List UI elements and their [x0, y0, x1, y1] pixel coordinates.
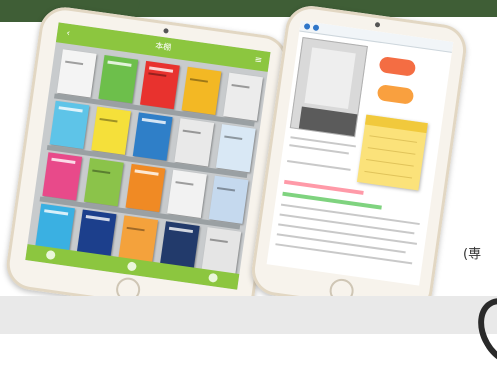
book-cover[interactable]: [76, 209, 117, 258]
book-cover[interactable]: [181, 66, 222, 116]
text-line: [279, 213, 415, 235]
book-cover[interactable]: [174, 118, 215, 167]
text-line: [287, 160, 351, 171]
book-cover[interactable]: [91, 106, 131, 155]
side-note-text: (専: [463, 247, 482, 262]
book-cover[interactable]: [49, 100, 90, 149]
tool-icon[interactable]: [312, 24, 320, 32]
illustration-sticker: [376, 84, 415, 105]
book-cover[interactable]: [208, 175, 249, 224]
camera-icon: [163, 28, 169, 34]
footer-shelf-icon[interactable]: [126, 261, 137, 272]
tool-icon[interactable]: [303, 23, 311, 30]
back-icon[interactable]: ‹: [63, 28, 74, 39]
reader-screen: [266, 20, 454, 286]
camera-icon: [374, 21, 381, 28]
book-cover[interactable]: [83, 158, 124, 207]
text-line: [275, 243, 413, 265]
book-cover[interactable]: [223, 72, 263, 121]
text-line: [280, 203, 420, 226]
book-cover[interactable]: [215, 124, 256, 173]
tablet-reader: [248, 2, 470, 318]
page-photo: [289, 36, 368, 138]
footer-home-icon[interactable]: [45, 249, 56, 261]
text-line: [276, 233, 406, 254]
footer-settings-icon[interactable]: [208, 272, 219, 283]
tablet-bookshelf: ‹ 本棚 ≡: [3, 3, 291, 322]
illustration-sticker: [378, 56, 417, 77]
book-cover[interactable]: [118, 215, 159, 264]
book-cover[interactable]: [98, 55, 139, 104]
book-cover[interactable]: [42, 152, 83, 201]
sticky-note[interactable]: [356, 114, 428, 191]
text-line: [278, 223, 418, 245]
text-line: [289, 144, 349, 155]
book-cover[interactable]: [201, 227, 242, 276]
book-cover[interactable]: [132, 112, 173, 161]
bookshelf-screen: ‹ 本棚 ≡: [25, 22, 271, 290]
bookshelf-title: 本棚: [154, 41, 172, 53]
bottom-band: [0, 296, 497, 334]
book-cover[interactable]: [140, 60, 180, 110]
book-cover[interactable]: [125, 163, 166, 213]
book-cover[interactable]: [56, 49, 97, 98]
book-cover[interactable]: [159, 221, 200, 270]
menu-icon[interactable]: ≡: [253, 55, 264, 66]
book-cover[interactable]: [35, 203, 75, 252]
book-cover[interactable]: [167, 169, 207, 219]
